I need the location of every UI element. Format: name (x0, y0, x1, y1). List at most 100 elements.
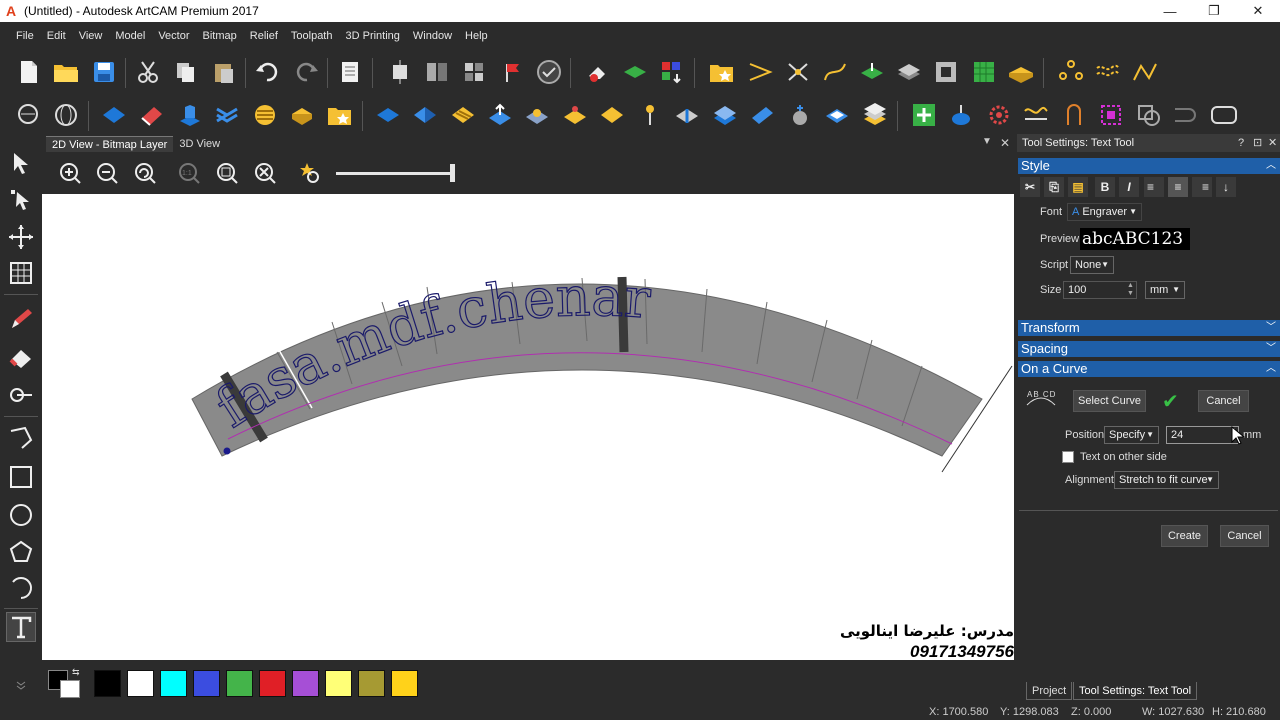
design-canvas[interactable]: fasa.mdf.chenar مدرس: علیرضا اینالویی 09… (42, 194, 1014, 660)
rounded-rect-icon[interactable] (1210, 101, 1238, 129)
select-curve-button[interactable]: Select Curve (1073, 390, 1146, 412)
yellow-diamond-icon[interactable] (598, 101, 626, 129)
nodes-icon[interactable] (1057, 58, 1085, 86)
menu-vector[interactable]: Vector (158, 30, 189, 42)
create-button[interactable]: Create (1161, 525, 1208, 547)
size-unit-dropdown[interactable]: mm ▼ (1145, 281, 1185, 299)
dotted-wave-icon[interactable] (1094, 58, 1122, 86)
layers-blue-icon[interactable] (711, 101, 739, 129)
star-folder-icon[interactable] (708, 58, 736, 86)
zoom-actual-icon[interactable]: 1:1 (176, 160, 202, 186)
menu-window[interactable]: Window (413, 30, 452, 42)
menu-edit[interactable]: Edit (47, 30, 66, 42)
italic-icon[interactable]: I (1119, 177, 1139, 197)
overlap-shapes-icon[interactable] (1135, 101, 1163, 129)
swatch-green[interactable] (226, 670, 253, 697)
flat-white-icon[interactable] (823, 101, 851, 129)
star-folder-2-icon[interactable] (326, 101, 354, 129)
undo-icon[interactable] (254, 58, 282, 86)
notes-icon[interactable] (336, 58, 364, 86)
select-arrow-icon[interactable] (6, 148, 36, 178)
open-curve-icon[interactable] (1172, 101, 1200, 129)
weave-icon[interactable] (213, 101, 241, 129)
zoom-fit-icon[interactable] (214, 160, 240, 186)
section-style[interactable]: Style ︿ (1018, 158, 1280, 174)
swatch-purple[interactable] (292, 670, 319, 697)
green-plus-icon[interactable] (910, 101, 938, 129)
tab-2d-view[interactable]: 2D View - Bitmap Layer (46, 136, 174, 152)
arc-orange-icon[interactable] (1060, 101, 1088, 129)
alignment-dropdown[interactable]: Stretch to fit curve ▼ (1114, 471, 1219, 489)
zoom-selection-icon[interactable] (252, 160, 278, 186)
close-button[interactable]: ✕ (1236, 0, 1280, 22)
tab-tool-settings[interactable]: Tool Settings: Text Tool (1073, 682, 1198, 700)
tab-close-icon[interactable]: ✕ (1000, 136, 1010, 150)
swap-colors-icon[interactable]: ⇆ (72, 667, 80, 678)
cancel-curve-button[interactable]: Cancel (1198, 390, 1249, 412)
script-dropdown[interactable]: None ▼ (1070, 256, 1114, 274)
polygon-tool-icon[interactable] (6, 537, 36, 567)
paste-icon[interactable] (210, 58, 238, 86)
restore-button[interactable]: ❐ (1192, 0, 1236, 22)
cut-icon[interactable] (134, 58, 162, 86)
position-mode-dropdown[interactable]: Specify ▼ (1104, 426, 1159, 444)
frame-icon[interactable] (932, 58, 960, 86)
zoom-out-icon[interactable] (94, 160, 120, 186)
model-size-icon[interactable] (386, 58, 414, 86)
secondary-color-swatch[interactable] (60, 680, 80, 698)
swatch-blue[interactable] (193, 670, 220, 697)
section-on-curve[interactable]: On a Curve ︿ (1018, 361, 1280, 377)
vector-arrow-icon[interactable] (746, 58, 774, 86)
magenta-square-icon[interactable] (1097, 101, 1125, 129)
size-spinner-icon[interactable]: ▲ ▼ (1127, 282, 1134, 298)
circle-tool-icon[interactable] (6, 500, 36, 530)
transform-icon[interactable] (6, 222, 36, 252)
align-center-icon[interactable]: ≡ (1168, 177, 1188, 197)
pin-panel-icon[interactable]: ⊡ (1253, 134, 1262, 152)
cut-text-icon[interactable]: ✂ (1020, 177, 1040, 197)
zoom-slider-track[interactable] (336, 172, 454, 175)
tab-3d-view[interactable]: 3D View (173, 136, 226, 152)
yellow-box-icon[interactable] (288, 101, 316, 129)
rectangle-tool-icon[interactable] (6, 462, 36, 492)
texture-icon[interactable] (535, 58, 563, 86)
measure-icon[interactable] (6, 380, 36, 410)
swatch-gold[interactable] (391, 670, 418, 697)
bold-icon[interactable]: B (1095, 177, 1115, 197)
tab-menu-icon[interactable]: ▼ (982, 136, 992, 147)
menu-help[interactable]: Help (465, 30, 488, 42)
align-right-icon[interactable]: ≡ (1192, 177, 1212, 197)
section-transform[interactable]: Transform ﹀ (1018, 320, 1280, 336)
zoom-in-icon[interactable] (57, 160, 83, 186)
toolbar-expand-icon[interactable] (6, 676, 36, 694)
zoom-previous-icon[interactable] (132, 160, 158, 186)
relief-stack-icon[interactable] (861, 101, 889, 129)
curve-tool-icon[interactable] (821, 58, 849, 86)
color-arrow-icon[interactable] (658, 58, 686, 86)
text-other-side-checkbox[interactable] (1062, 451, 1074, 463)
size-input[interactable]: 100 (1063, 281, 1137, 299)
position-input[interactable]: 24 (1166, 426, 1239, 444)
minimize-button[interactable]: — (1148, 0, 1192, 22)
vector-cross-icon[interactable] (784, 58, 812, 86)
tab-project[interactable]: Project (1026, 682, 1073, 700)
tile-view-icon[interactable] (460, 58, 488, 86)
split-view-icon[interactable] (423, 58, 451, 86)
blue-split-icon[interactable] (411, 101, 439, 129)
stack-layers-icon[interactable] (895, 58, 923, 86)
save-icon[interactable] (90, 58, 118, 86)
stripes-icon[interactable] (449, 101, 477, 129)
redo-icon[interactable] (292, 58, 320, 86)
font-dropdown[interactable]: A Engraver ▼ (1067, 203, 1142, 221)
wave-toolpath-icon[interactable] (1022, 101, 1050, 129)
blue-up-arrow-icon[interactable] (486, 101, 514, 129)
zoom-slider-thumb[interactable] (450, 164, 455, 182)
blue-plane-icon[interactable] (100, 101, 128, 129)
checkmark-icon[interactable]: ✔ (1162, 389, 1179, 414)
close-panel-icon[interactable]: ✕ (1268, 134, 1277, 152)
swatch-olive[interactable] (358, 670, 385, 697)
pin-icon[interactable] (636, 101, 664, 129)
extrude-icon[interactable] (176, 101, 204, 129)
polyline-tool-icon[interactable] (6, 423, 36, 453)
sparkle-icon[interactable] (786, 101, 814, 129)
